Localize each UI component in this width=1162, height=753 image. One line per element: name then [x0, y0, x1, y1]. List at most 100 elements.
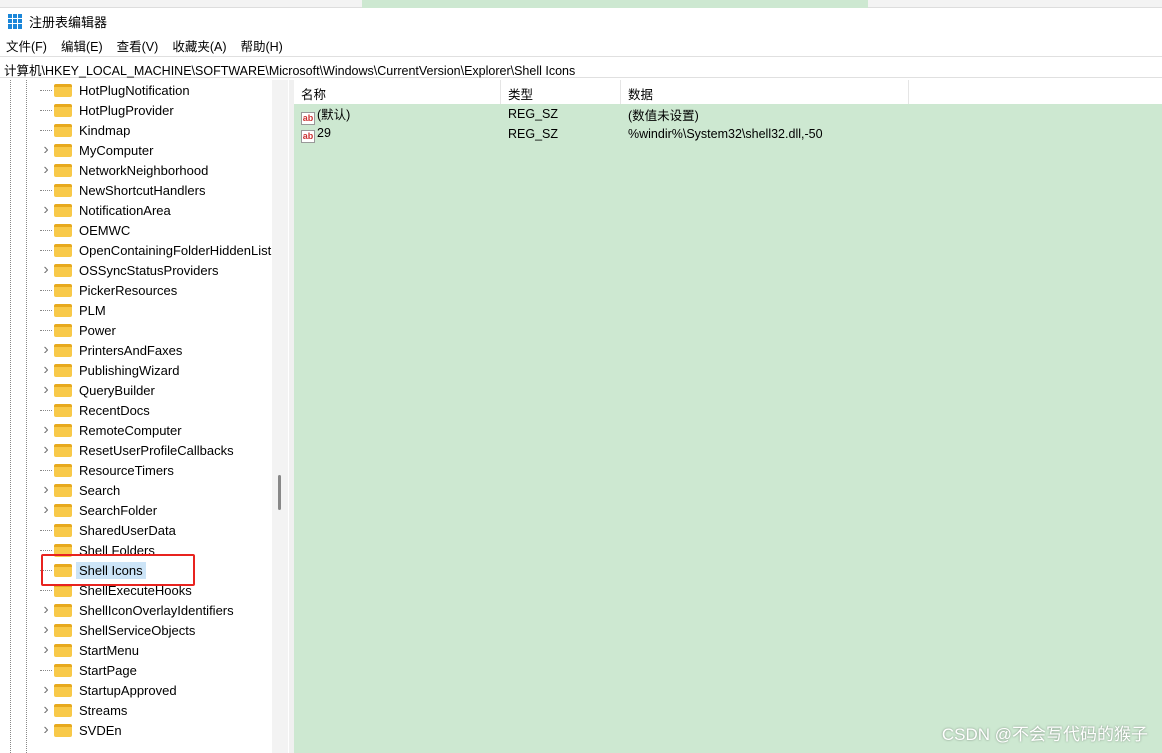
- chevron-right-icon[interactable]: ›: [40, 201, 52, 219]
- tree-item[interactable]: › MyComputer: [40, 140, 156, 160]
- folder-icon: [54, 423, 72, 437]
- tree-item[interactable]: OpenContainingFolderHiddenList: [40, 240, 274, 260]
- address-bar[interactable]: 计算机\HKEY_LOCAL_MACHINE\SOFTWARE\Microsof…: [0, 56, 1162, 78]
- tree-item[interactable]: › SearchFolder: [40, 500, 160, 520]
- value-row[interactable]: ab 29 REG_SZ %windir%\System32\shell32.dl…: [294, 124, 1162, 144]
- value-row[interactable]: ab (默认) REG_SZ (数值未设置): [294, 104, 1162, 125]
- chevron-right-icon[interactable]: ›: [40, 361, 52, 379]
- key-tree[interactable]: HotPlugNotification HotPlugProvider Kindma…: [0, 80, 288, 753]
- tree-connector: [40, 229, 52, 231]
- folder-icon: [54, 603, 72, 617]
- tree-item-label: SearchFolder: [79, 502, 158, 518]
- menu-favorites[interactable]: 收藏夹(A): [172, 36, 226, 55]
- menu-help[interactable]: 帮助(H): [240, 36, 282, 55]
- tree-item-label: ResetUserProfileCallbacks: [79, 442, 234, 458]
- tree-item-label: OEMWC: [79, 222, 131, 238]
- column-data[interactable]: 数据: [621, 80, 909, 104]
- tree-item-label: PublishingWizard: [79, 362, 180, 378]
- folder-icon: [54, 363, 72, 377]
- tree-item[interactable]: › StartupApproved: [40, 680, 180, 700]
- folder-icon: [54, 303, 72, 317]
- chevron-right-icon[interactable]: ›: [40, 141, 52, 159]
- menu-view[interactable]: 查看(V): [117, 36, 159, 55]
- folder-icon: [54, 403, 72, 417]
- chevron-right-icon[interactable]: ›: [40, 161, 52, 179]
- value-data: (数值未设置): [628, 108, 699, 123]
- folder-icon: [54, 463, 72, 477]
- chevron-right-icon[interactable]: ›: [40, 601, 52, 619]
- chevron-right-icon[interactable]: ›: [40, 381, 52, 399]
- tree-item-label: RecentDocs: [79, 402, 150, 418]
- tree-item-label: ResourceTimers: [79, 462, 174, 478]
- title-bar: 注册表编辑器: [0, 8, 1162, 34]
- tree-connector: [40, 529, 52, 531]
- tree-item-label: OpenContainingFolderHiddenList: [79, 242, 272, 258]
- tree-item[interactable]: ResourceTimers: [40, 460, 177, 480]
- tree-item-label: OSSyncStatusProviders: [79, 262, 219, 278]
- tree-connector: [40, 409, 52, 411]
- chevron-right-icon[interactable]: ›: [40, 701, 52, 719]
- tree-connector: [40, 109, 52, 111]
- chevron-right-icon[interactable]: ›: [40, 501, 52, 519]
- chevron-right-icon[interactable]: ›: [40, 341, 52, 359]
- value-type: REG_SZ: [508, 107, 559, 121]
- tree-item-label: PickerResources: [79, 282, 178, 298]
- value-name: (默认): [317, 107, 351, 122]
- watermark: CSDN @不会写代码的猴子: [941, 725, 1148, 744]
- tree-connector: [40, 589, 52, 591]
- tree-item[interactable]: › Streams: [40, 700, 130, 720]
- chevron-right-icon[interactable]: ›: [40, 681, 52, 699]
- scrollbar-thumb[interactable]: [278, 475, 281, 510]
- tree-item[interactable]: › OSSyncStatusProviders: [40, 260, 221, 280]
- tree-item[interactable]: SharedUserData: [40, 520, 179, 540]
- tree-item-label: ShellServiceObjects: [79, 622, 196, 638]
- tree-item[interactable]: › ShellServiceObjects: [40, 620, 198, 640]
- tree-scrollbar[interactable]: [272, 80, 288, 753]
- tree-item-label: SharedUserData: [79, 522, 176, 538]
- tree-item[interactable]: › NotificationArea: [40, 200, 174, 220]
- tree-item[interactable]: HotPlugNotification: [40, 80, 193, 100]
- menu-file[interactable]: 文件(F): [6, 36, 47, 55]
- chevron-right-icon[interactable]: ›: [40, 441, 52, 459]
- tree-item[interactable]: › Search: [40, 480, 123, 500]
- tree-item[interactable]: › RemoteComputer: [40, 420, 185, 440]
- chevron-right-icon[interactable]: ›: [40, 261, 52, 279]
- chevron-right-icon[interactable]: ›: [40, 421, 52, 439]
- tree-item[interactable]: RecentDocs: [40, 400, 153, 420]
- tree-item[interactable]: StartPage: [40, 660, 140, 680]
- tree-item[interactable]: PickerResources: [40, 280, 180, 300]
- chevron-right-icon[interactable]: ›: [40, 481, 52, 499]
- folder-icon: [54, 203, 72, 217]
- tree-item[interactable]: OEMWC: [40, 220, 133, 240]
- column-name[interactable]: 名称: [294, 80, 501, 104]
- tree-item[interactable]: › StartMenu: [40, 640, 142, 660]
- folder-icon: [54, 703, 72, 717]
- chevron-right-icon[interactable]: ›: [40, 621, 52, 639]
- tree-item[interactable]: › PublishingWizard: [40, 360, 182, 380]
- tree-connector: [40, 329, 52, 331]
- folder-icon: [54, 163, 72, 177]
- tree-item[interactable]: PLM: [40, 300, 109, 320]
- chevron-right-icon[interactable]: ›: [40, 721, 52, 739]
- tree-item[interactable]: › NetworkNeighborhood: [40, 160, 211, 180]
- column-type[interactable]: 类型: [501, 80, 621, 104]
- tree-item[interactable]: Power: [40, 320, 119, 340]
- folder-icon: [54, 263, 72, 277]
- tree-connector: [40, 289, 52, 291]
- tree-item[interactable]: NewShortcutHandlers: [40, 180, 208, 200]
- tree-item[interactable]: HotPlugProvider: [40, 100, 177, 120]
- menu-bar: 文件(F) 编辑(E) 查看(V) 收藏夹(A) 帮助(H): [0, 35, 297, 55]
- tree-item[interactable]: › ShellIconOverlayIdentifiers: [40, 600, 237, 620]
- menu-edit[interactable]: 编辑(E): [61, 36, 103, 55]
- values-pane: 名称 类型 数据 ab (默认) REG_SZ (数值未设置) ab 29 REG_…: [294, 80, 1162, 753]
- tree-item[interactable]: › PrintersAndFaxes: [40, 340, 185, 360]
- chevron-right-icon[interactable]: ›: [40, 641, 52, 659]
- tree-item[interactable]: › SVDEn: [40, 720, 125, 740]
- tree-item[interactable]: › QueryBuilder: [40, 380, 158, 400]
- string-value-icon: ab: [301, 129, 315, 143]
- tree-item-label: PrintersAndFaxes: [79, 342, 183, 358]
- tree-item[interactable]: Kindmap: [40, 120, 133, 140]
- folder-icon: [54, 723, 72, 737]
- tree-item[interactable]: › ResetUserProfileCallbacks: [40, 440, 237, 460]
- highlight-box: [41, 554, 195, 586]
